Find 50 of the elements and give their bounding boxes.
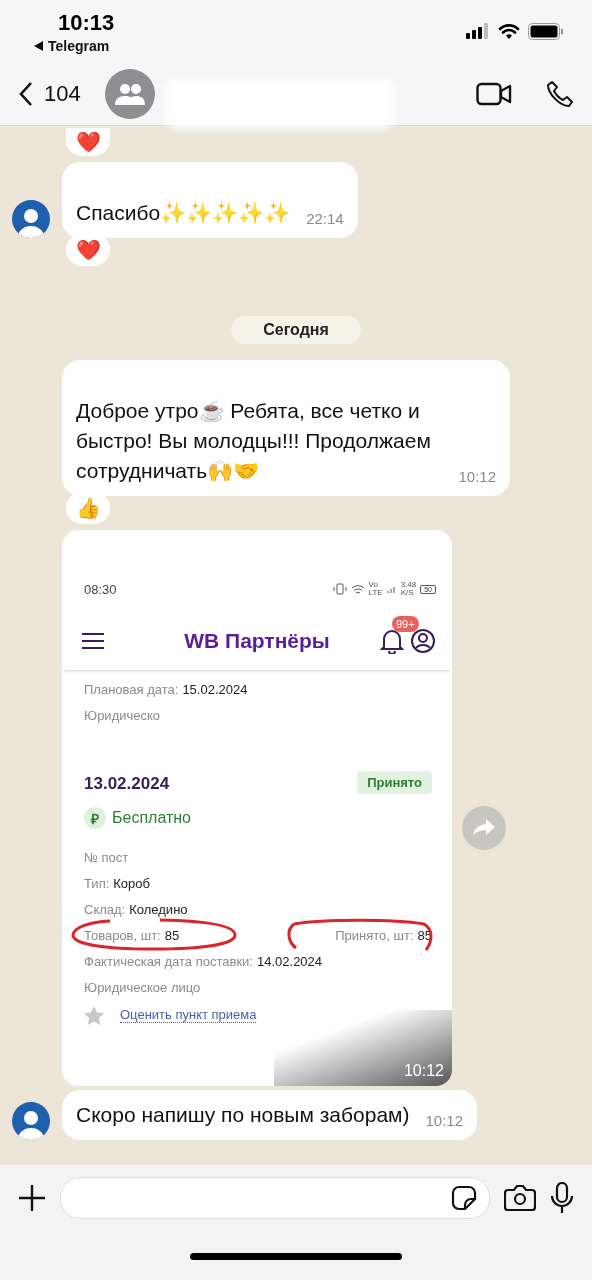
- bell-icon[interactable]: [380, 628, 404, 654]
- field-row: Юридическо: [84, 707, 161, 723]
- status-time: 10:13: [57, 10, 115, 36]
- date-separator: Сегодня: [231, 316, 361, 344]
- menu-icon[interactable]: [82, 633, 104, 649]
- field-row: Юридическое лицо: [84, 979, 201, 995]
- message-input[interactable]: [60, 1177, 490, 1219]
- status-badge: Принято: [357, 771, 432, 794]
- video-call-icon[interactable]: [476, 81, 512, 106]
- price-label: Бесплатно: [112, 809, 191, 827]
- back-to-app-link[interactable]: Telegram: [34, 38, 115, 54]
- field-row: № пост: [84, 849, 129, 865]
- rate-link[interactable]: Оценить пункт приема: [120, 1007, 257, 1023]
- attach-icon[interactable]: [18, 1184, 46, 1212]
- reaction-chip[interactable]: ❤: [66, 128, 110, 156]
- notification-badge: 99+: [392, 616, 419, 632]
- field-row: Склад: Коледино: [84, 901, 188, 917]
- unread-count: 104: [44, 80, 81, 107]
- sticker-icon[interactable]: [451, 1185, 477, 1211]
- network-label: Vo LTE: [368, 581, 383, 597]
- wifi-icon: [350, 583, 365, 595]
- field-row: Плановая дата: 15.02.2024: [84, 681, 248, 697]
- supply-date: 13.02.2024: [84, 774, 170, 794]
- signal-icon: [466, 23, 490, 39]
- message-text: Доброе утро☕ Ребята, все четко и быстро! Вы молодцы!!! Продолжаем сотрудничать🙌🤝: [76, 399, 431, 482]
- field-row: Товаров, шт: 85: [84, 927, 180, 943]
- message-text: Спасибо✨✨✨✨✨: [76, 201, 291, 224]
- speed-label: 3,48 K/S: [400, 581, 417, 597]
- share-arrow-icon: [473, 819, 495, 837]
- wifi-icon: [498, 23, 520, 39]
- camera-icon[interactable]: [504, 1184, 536, 1212]
- message-time: 10:12: [425, 1112, 464, 1129]
- vibrate-icon: [332, 583, 347, 595]
- profile-icon[interactable]: [410, 628, 436, 654]
- field-row: Тип: Короб: [84, 875, 150, 891]
- message-text: Скоро напишу по новым заборам): [76, 1103, 410, 1126]
- screenshot-time: 08:30: [84, 581, 117, 597]
- signal-icon: [386, 584, 397, 594]
- app-title: WB Партнёры: [184, 629, 330, 653]
- triangle-icon: [34, 41, 43, 51]
- back-icon[interactable]: [18, 80, 34, 107]
- battery-icon: [528, 22, 564, 40]
- phone-icon[interactable]: [546, 79, 574, 108]
- message-time: 10:12: [458, 468, 496, 485]
- ruble-icon: ₽: [84, 807, 106, 829]
- star-icon[interactable]: [84, 1005, 104, 1025]
- message-time: 10:12: [403, 1062, 444, 1080]
- field-row: Фактическая дата поставки: 14.02.2024: [84, 953, 323, 969]
- microphone-icon[interactable]: [550, 1182, 574, 1214]
- message-time: 22:14: [306, 210, 344, 227]
